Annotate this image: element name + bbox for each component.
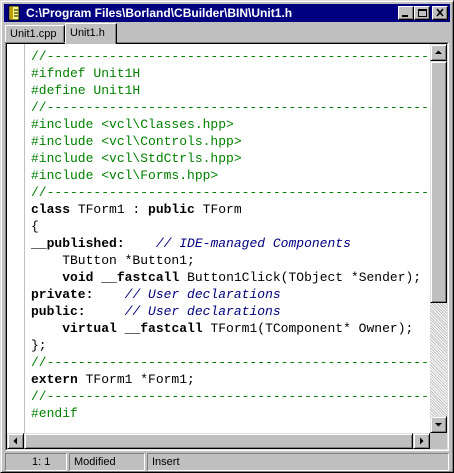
code-token: Button1Click(TObject *Sender); bbox=[179, 270, 422, 285]
scroll-left-arrow-icon bbox=[13, 437, 17, 445]
tab-unit1-cpp[interactable]: Unit1.cpp bbox=[5, 25, 65, 43]
code-line: //--------------------------------------… bbox=[31, 99, 430, 116]
window-title: C:\Program Files\Borland\CBuilder\BIN\Un… bbox=[26, 6, 293, 20]
code-token: #include <vcl\StdCtrls.hpp> bbox=[31, 151, 242, 166]
editor-window: C:\Program Files\Borland\CBuilder\BIN\Un… bbox=[0, 0, 454, 473]
code-line: public: // User declarations bbox=[31, 303, 430, 320]
tab-unit1-h[interactable]: Unit1.h bbox=[65, 23, 117, 44]
code-token: TForm1(TComponent* Owner); bbox=[202, 321, 414, 336]
code-token: { bbox=[31, 219, 39, 234]
minimize-button[interactable] bbox=[398, 6, 414, 20]
code-token: #include <vcl\Classes.hpp> bbox=[31, 117, 234, 132]
close-icon bbox=[436, 8, 444, 17]
code-line: void __fastcall Button1Click(TObject *Se… bbox=[31, 269, 430, 286]
vertical-scrollbar[interactable] bbox=[430, 44, 447, 433]
code-line: #include <vcl\StdCtrls.hpp> bbox=[31, 150, 430, 167]
modified-indicator: Modified bbox=[69, 453, 145, 471]
code-line: TButton *Button1; bbox=[31, 252, 430, 269]
code-token: TForm1 : bbox=[70, 202, 149, 217]
code-line: #include <vcl\Forms.hpp> bbox=[31, 167, 430, 184]
code-token: //--------------------------------------… bbox=[31, 389, 430, 404]
code-token: // IDE-managed Components bbox=[155, 236, 351, 251]
code-token: extern bbox=[31, 372, 78, 387]
code-line: extern TForm1 *Form1; bbox=[31, 371, 430, 388]
scroll-down-arrow-icon bbox=[435, 423, 442, 427]
code-editor-frame: //--------------------------------------… bbox=[5, 42, 449, 451]
scroll-up-arrow-icon bbox=[435, 50, 442, 54]
code-line: #include <vcl\Classes.hpp> bbox=[31, 116, 430, 133]
code-line: { bbox=[31, 218, 430, 235]
scroll-up-button[interactable] bbox=[430, 44, 447, 61]
scroll-right-button[interactable] bbox=[413, 433, 430, 449]
code-token: //--------------------------------------… bbox=[31, 185, 430, 200]
code-token: TButton *Button1; bbox=[31, 253, 195, 268]
code-token: #define Unit1H bbox=[31, 83, 141, 98]
tab-label: Unit1.h bbox=[70, 27, 105, 39]
edit-mode-indicator: Insert bbox=[147, 453, 449, 471]
code-token: public bbox=[148, 202, 195, 217]
code-token: //--------------------------------------… bbox=[31, 355, 430, 370]
code-token: #include <vcl\Forms.hpp> bbox=[31, 168, 219, 183]
code-line: private: // User declarations bbox=[31, 286, 430, 303]
title-bar[interactable]: C:\Program Files\Borland\CBuilder\BIN\Un… bbox=[4, 4, 450, 22]
code-line: #endif bbox=[31, 405, 430, 422]
code-line: //--------------------------------------… bbox=[31, 184, 430, 201]
code-token: __fastcall bbox=[124, 321, 203, 336]
code-token: TForm1 *Form1; bbox=[77, 372, 195, 387]
document-icon bbox=[8, 5, 20, 21]
scrollbar-corner bbox=[430, 433, 447, 449]
code-token: __published: bbox=[31, 236, 125, 251]
scroll-right-arrow-icon bbox=[420, 437, 424, 445]
code-token: class bbox=[31, 202, 71, 217]
code-token: #endif bbox=[31, 406, 78, 421]
scroll-left-button[interactable] bbox=[7, 433, 24, 449]
code-token: #include <vcl\Controls.hpp> bbox=[31, 134, 242, 149]
code-token: // User declarations bbox=[124, 304, 281, 319]
code-lines: //--------------------------------------… bbox=[31, 48, 430, 422]
code-token: #ifndef Unit1H bbox=[31, 66, 141, 81]
code-line: __published: // IDE-managed Components bbox=[31, 235, 430, 252]
scroll-down-button[interactable] bbox=[430, 416, 447, 433]
code-token: //--------------------------------------… bbox=[31, 100, 430, 115]
code-line: #define Unit1H bbox=[31, 82, 430, 99]
status-bar: 1: 1 Modified Insert bbox=[5, 453, 449, 471]
cursor-position: 1: 1 bbox=[5, 453, 67, 471]
editor-gutter bbox=[24, 44, 25, 433]
code-line: #include <vcl\Controls.hpp> bbox=[31, 133, 430, 150]
code-token: }; bbox=[31, 338, 47, 353]
close-button[interactable] bbox=[432, 6, 448, 20]
vertical-scroll-thumb[interactable] bbox=[430, 61, 447, 303]
code-token: __fastcall bbox=[101, 270, 180, 285]
maximize-icon bbox=[418, 9, 427, 17]
horizontal-scrollbar[interactable] bbox=[7, 433, 430, 449]
minimize-icon bbox=[402, 15, 408, 17]
code-editor[interactable]: //--------------------------------------… bbox=[7, 44, 430, 433]
code-line: }; bbox=[31, 337, 430, 354]
maximize-button[interactable] bbox=[414, 6, 430, 20]
code-line: class TForm1 : public TForm bbox=[31, 201, 430, 218]
code-token: virtual bbox=[62, 321, 117, 336]
code-token: void bbox=[62, 270, 94, 285]
file-tabs: Unit1.cpp Unit1.h bbox=[5, 23, 449, 44]
code-line: virtual __fastcall TForm1(TComponent* Ow… bbox=[31, 320, 430, 337]
horizontal-scroll-thumb[interactable] bbox=[24, 433, 413, 449]
code-token: public: bbox=[31, 304, 86, 319]
code-line: //--------------------------------------… bbox=[31, 388, 430, 405]
tab-label: Unit1.cpp bbox=[10, 28, 57, 40]
code-token: //--------------------------------------… bbox=[31, 49, 430, 64]
code-line: #ifndef Unit1H bbox=[31, 65, 430, 82]
code-line: //--------------------------------------… bbox=[31, 48, 430, 65]
code-token: private: bbox=[31, 287, 94, 302]
code-line: //--------------------------------------… bbox=[31, 354, 430, 371]
code-token: TForm bbox=[194, 202, 242, 217]
code-token: // User declarations bbox=[124, 287, 281, 302]
